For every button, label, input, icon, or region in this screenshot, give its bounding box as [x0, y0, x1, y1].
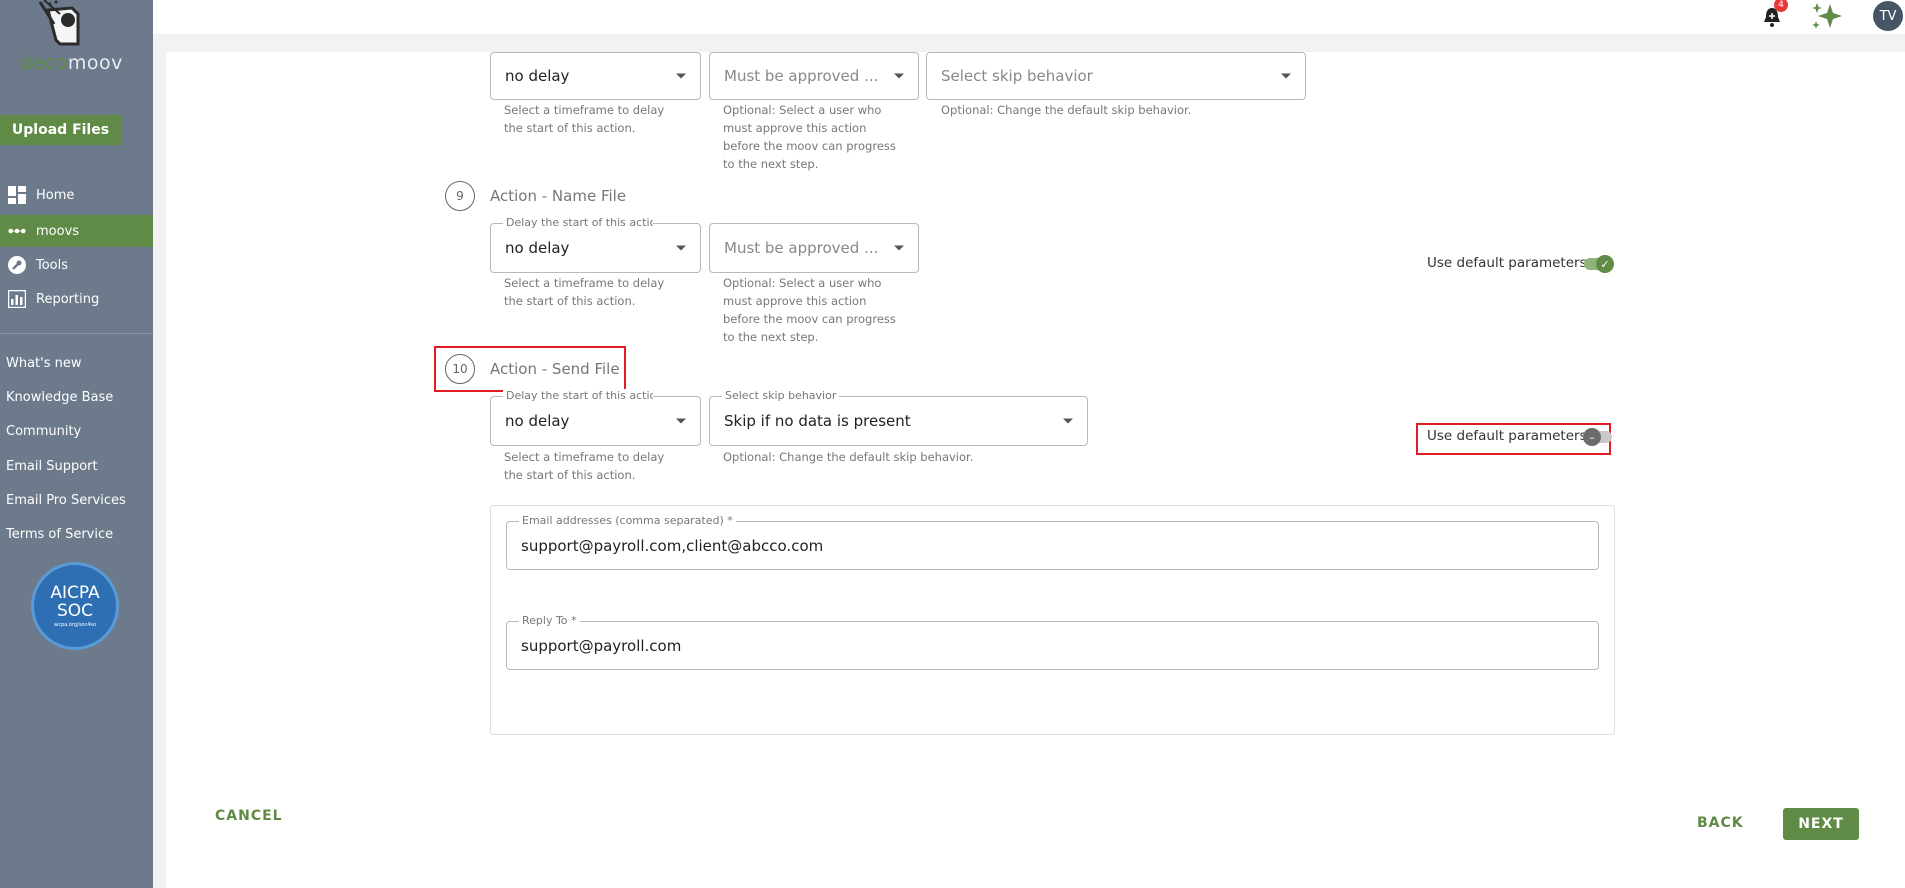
link-terms-of-service[interactable]: Terms of Service [6, 527, 113, 542]
step8-delay-helper: Select a timeframe to delay the start of… [504, 103, 665, 135]
select-value: no delay [505, 239, 570, 257]
badge-line2: SOC [56, 601, 94, 621]
field-label: Reply To * [519, 614, 580, 627]
next-button[interactable]: NEXT [1783, 808, 1859, 840]
select-value: no delay [505, 67, 570, 85]
chart-icon [8, 290, 26, 308]
sidebar-item-label: moovs [36, 223, 80, 239]
logo-text: decomoov [20, 52, 123, 74]
wrench-icon [8, 256, 26, 274]
step8-approver-select[interactable]: Must be approved ... [709, 52, 919, 100]
step9-delay-select[interactable]: Delay the start of this action no delay [490, 216, 701, 273]
dots-icon [8, 222, 26, 240]
step10-skip-helper: Optional: Change the default skip behavi… [723, 450, 974, 464]
chevron-down-icon [1281, 73, 1291, 79]
link-email-pro-services[interactable]: Email Pro Services [6, 493, 126, 508]
step10-delay-helper: Select a timeframe to delay the start of… [504, 450, 665, 482]
step10-use-default-label: Use default parameters [1427, 428, 1587, 444]
step10-delay-select[interactable]: Delay the start of this action no delay [490, 389, 701, 446]
step9-approver-helper: Optional: Select a user who must approve… [723, 276, 896, 344]
step9-number: 9 [445, 181, 475, 211]
sidebar-item-label: Tools [36, 257, 69, 273]
minus-icon: – [1583, 428, 1601, 446]
select-placeholder: Must be approved ... [724, 239, 879, 257]
step9-title: Action - Name File [490, 187, 627, 205]
top-bar [153, 0, 1905, 34]
field-label: Delay the start of this action [503, 216, 653, 229]
select-placeholder: Select skip behavior [941, 67, 1093, 85]
field-label: Delay the start of this action [503, 389, 653, 402]
cancel-button[interactable]: CANCEL [215, 808, 283, 824]
check-icon: ✓ [1596, 255, 1614, 273]
sidebar-item-moovs[interactable]: moovs [0, 215, 153, 247]
sidebar-item-tools[interactable]: Tools [0, 249, 153, 281]
aicpa-soc-badge: AICPA SOC aicpa.org/soc4so [31, 562, 119, 650]
select-value: no delay [505, 412, 570, 430]
reply-to-input[interactable]: Reply To * support@payroll.com [506, 614, 1599, 670]
chevron-down-icon [676, 418, 686, 424]
link-knowledge-base[interactable]: Knowledge Base [6, 390, 113, 405]
input-value: support@payroll.com [521, 636, 682, 655]
user-avatar[interactable]: TV [1873, 1, 1903, 31]
upload-files-button[interactable]: Upload Files [0, 115, 121, 145]
dashboard-icon [8, 186, 26, 204]
input-value: support@payroll.com,client@abcco.com [521, 536, 824, 555]
badge-line1: AICPA [50, 583, 100, 603]
step8-delay-select[interactable]: no delay [490, 52, 701, 100]
back-button[interactable]: BACK [1697, 815, 1744, 831]
step9-delay-helper: Select a timeframe to delay the start of… [504, 276, 665, 308]
email-addresses-input[interactable]: Email addresses (comma separated) * supp… [506, 514, 1599, 570]
step10-skip-select[interactable]: Select skip behavior Skip if no data is … [709, 389, 1088, 446]
badge-line3: aicpa.org/soc4so [53, 622, 97, 628]
step10-number: 10 [445, 354, 475, 384]
logo-mark-icon [38, 0, 80, 46]
step8-skip-select[interactable]: Select skip behavior [926, 52, 1306, 100]
step8-approver-helper: Optional: Select a user who must approve… [723, 103, 896, 171]
field-label: Select skip behavior [722, 389, 840, 402]
sidebar-item-home[interactable]: Home [0, 179, 153, 211]
chevron-down-icon [676, 245, 686, 251]
step10-title: Action - Send File [490, 360, 620, 378]
chevron-down-icon [894, 73, 904, 79]
chevron-down-icon [676, 73, 686, 79]
main-panel [166, 52, 1905, 888]
sidebar: decomoov Upload Files Home moovs Tools R… [0, 0, 153, 888]
link-email-support[interactable]: Email Support [6, 459, 98, 474]
chevron-down-icon [1063, 418, 1073, 424]
link-community[interactable]: Community [6, 424, 81, 439]
sidebar-item-label: Reporting [36, 291, 100, 307]
select-placeholder: Must be approved ... [724, 67, 879, 85]
field-label: Email addresses (comma separated) * [519, 514, 736, 527]
sidebar-divider [0, 333, 153, 334]
step9-use-default-label: Use default parameters [1427, 255, 1587, 271]
step9-approver-select[interactable]: Must be approved ... [709, 223, 919, 273]
select-value: Skip if no data is present [724, 412, 911, 430]
sparkle-ai-icon[interactable] [1810, 1, 1844, 31]
sidebar-item-label: Home [36, 187, 75, 203]
link-whats-new[interactable]: What's new [6, 356, 82, 371]
sidebar-item-reporting[interactable]: Reporting [0, 283, 153, 315]
chevron-down-icon [894, 245, 904, 251]
step8-skip-helper: Optional: Change the default skip behavi… [941, 103, 1192, 117]
